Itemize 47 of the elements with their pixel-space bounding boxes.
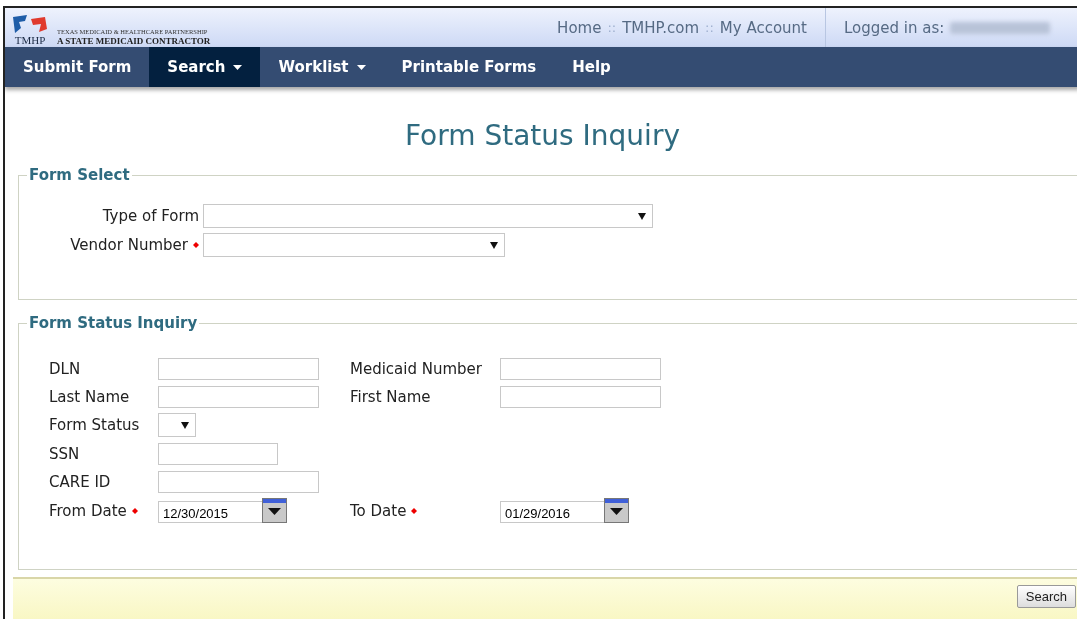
caret-icon bbox=[356, 64, 366, 70]
input-field[interactable] bbox=[500, 385, 661, 408]
field-label: SSN bbox=[49, 444, 80, 463]
field-label: DLN bbox=[49, 359, 81, 378]
header-link[interactable]: Home bbox=[557, 18, 602, 37]
field-label: First Name bbox=[350, 387, 431, 406]
input-field[interactable] bbox=[500, 357, 661, 380]
field-label: Vendor Number bbox=[70, 236, 188, 254]
nav-tab[interactable]: Worklist bbox=[260, 47, 384, 87]
link-separator: :: bbox=[607, 20, 617, 35]
section-legend: Form Status Inquiry bbox=[27, 314, 200, 332]
dropdown-field[interactable] bbox=[203, 233, 505, 257]
field-label: Last Name bbox=[49, 387, 130, 406]
field-label: To Date bbox=[350, 501, 407, 520]
input-field[interactable] bbox=[158, 470, 319, 493]
nav-tab[interactable]: Submit Form bbox=[5, 47, 150, 87]
calendar-icon[interactable] bbox=[262, 498, 287, 523]
field-label: Medicaid Number bbox=[350, 359, 482, 378]
logo-subtitle: A STATE MEDICAID CONTRACTOR bbox=[57, 36, 211, 47]
date-field[interactable]: 12/30/2015 bbox=[158, 501, 264, 523]
field-label: Type of Form bbox=[102, 207, 199, 225]
nav-tab[interactable]: Search bbox=[149, 47, 261, 87]
link-separator: :: bbox=[705, 20, 714, 35]
date-field[interactable]: 01/29/2016 bbox=[500, 501, 606, 523]
dropdown-arrow-icon bbox=[490, 241, 498, 249]
calendar-icon[interactable] bbox=[604, 498, 629, 523]
input-field[interactable] bbox=[158, 442, 278, 465]
header-link[interactable]: TMHP.com bbox=[622, 18, 700, 37]
search-button[interactable]: Search bbox=[1016, 585, 1076, 608]
dropdown-field[interactable] bbox=[203, 204, 653, 228]
field-label: From Date bbox=[49, 501, 127, 520]
logo-icon bbox=[11, 15, 49, 36]
header-link[interactable]: My Account bbox=[719, 18, 807, 37]
logo-abbreviation: TMHP bbox=[14, 35, 46, 47]
dropdown-arrow-icon bbox=[638, 212, 646, 220]
page-title: Form Status Inquiry bbox=[404, 119, 681, 152]
dropdown-field[interactable] bbox=[158, 413, 196, 437]
nav-tab[interactable]: Printable Forms bbox=[383, 47, 555, 87]
nav-tab[interactable]: Help bbox=[554, 47, 629, 87]
caret-icon bbox=[233, 64, 243, 70]
dropdown-arrow-icon bbox=[181, 421, 189, 429]
field-label: Form Status bbox=[49, 416, 140, 434]
section-legend: Form Select bbox=[27, 166, 132, 184]
logged-in-label: Logged in as: bbox=[844, 18, 945, 37]
input-field[interactable] bbox=[158, 385, 319, 408]
input-field[interactable] bbox=[158, 357, 319, 380]
field-label: CARE ID bbox=[49, 472, 111, 491]
